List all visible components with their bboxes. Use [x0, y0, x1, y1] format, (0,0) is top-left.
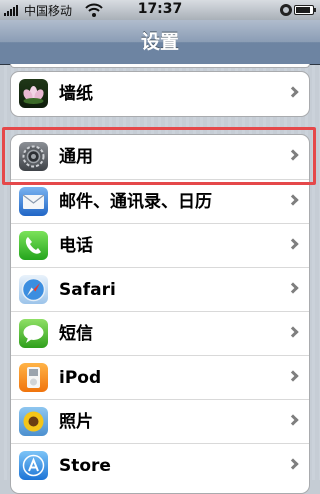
status-time: 17:37 — [137, 1, 183, 17]
navigation-bar: 设置 — [0, 20, 320, 65]
battery-icon — [294, 5, 316, 15]
settings-row-ipod[interactable]: iPod — [11, 355, 309, 399]
previous-group-bottom — [10, 64, 310, 68]
chevron-right-icon — [287, 194, 299, 206]
settings-row-label: 邮件、通讯录、日历 — [59, 192, 212, 212]
settings-row-label: 照片 — [59, 412, 93, 432]
chevron-right-icon — [287, 282, 299, 294]
mail-envelope-icon — [19, 187, 48, 216]
settings-row-label: Safari — [59, 280, 116, 300]
phone-icon — [19, 231, 48, 260]
wallpaper-flower-icon — [19, 79, 48, 108]
safari-compass-icon — [19, 275, 48, 304]
settings-row-wallpaper[interactable]: 墙纸 — [11, 72, 309, 116]
chevron-right-icon — [287, 238, 299, 250]
chevron-right-icon — [287, 326, 299, 338]
settings-row-photos[interactable]: 照片 — [11, 399, 309, 443]
settings-row-label: iPod — [59, 368, 102, 388]
messages-bubble-icon — [19, 319, 48, 348]
orientation-lock-icon — [280, 4, 292, 16]
chevron-right-icon — [287, 370, 299, 382]
settings-row-messages[interactable]: 短信 — [11, 311, 309, 355]
settings-row-label: 电话 — [59, 236, 93, 256]
settings-row-label: 墙纸 — [59, 84, 93, 104]
app-store-icon — [19, 451, 48, 480]
settings-row-safari[interactable]: Safari — [11, 267, 309, 311]
settings-row-label: Store — [59, 456, 111, 476]
photos-sunflower-icon — [19, 407, 48, 436]
chevron-right-icon — [287, 86, 299, 98]
status-bar: 中国移动 17:37 — [0, 0, 320, 21]
ipod-icon — [19, 363, 48, 392]
settings-row-label: 短信 — [59, 324, 93, 344]
wallpaper-group: 墙纸 — [10, 71, 310, 117]
chevron-right-icon — [287, 414, 299, 426]
battery-fill — [296, 7, 310, 13]
settings-row-phone[interactable]: 电话 — [11, 223, 309, 267]
highlight-box — [2, 127, 316, 185]
settings-row-mail-contacts-calendars[interactable]: 邮件、通讯录、日历 — [11, 179, 309, 223]
settings-row-store[interactable]: Store — [11, 443, 309, 487]
settings-main-group: 通用 邮件、通讯录、日历 电话 Safari 短信 iPod 照片 Store — [10, 134, 310, 494]
page-title: 设置 — [140, 31, 179, 53]
chevron-right-icon — [287, 458, 299, 470]
